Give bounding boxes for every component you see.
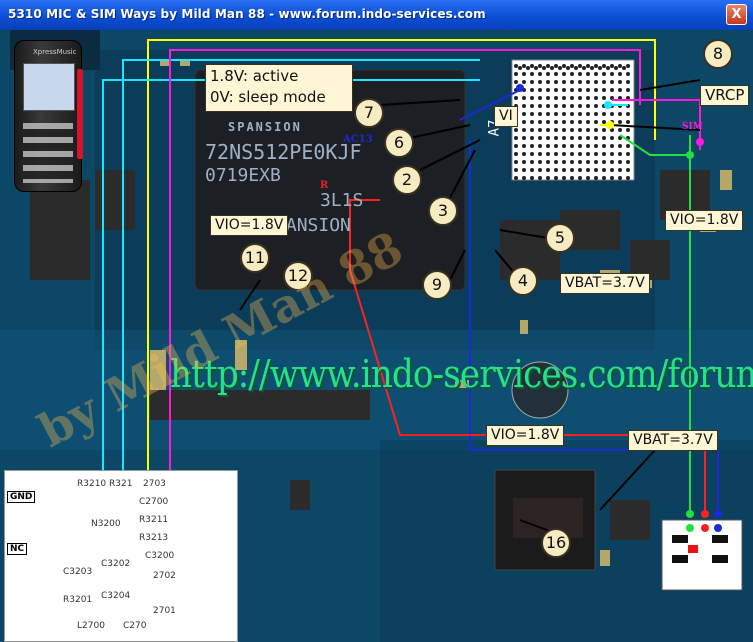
part-r3201: R3201 <box>63 595 93 605</box>
callout-11: 11 <box>240 243 270 273</box>
callout-5: 5 <box>545 223 575 253</box>
part-r3210: R3210 <box>77 479 107 489</box>
part-c3200: C3200 <box>145 551 175 561</box>
part-r3211: R3211 <box>139 515 169 525</box>
part-n3200: N3200 <box>91 519 121 529</box>
r-label: R <box>320 180 329 191</box>
title-bar[interactable]: 5310 MIC & SIM Ways by Mild Man 88 - www… <box>0 0 753 31</box>
vbat-label-mid: VBAT=3.7V <box>560 273 650 294</box>
window-title: 5310 MIC & SIM Ways by Mild Man 88 - www… <box>8 7 486 21</box>
part-c2700: C2700 <box>139 497 169 507</box>
vi-label: VI <box>494 106 518 127</box>
vbat-label-bottom: VBAT=3.7V <box>628 430 718 451</box>
schematic-inset: GND NC R3210 R321 2703 C2700 N3200 R3211… <box>4 470 238 642</box>
part-l2700: L2700 <box>77 621 105 631</box>
chip-line-3: 3L1S <box>320 190 364 211</box>
callout-7: 7 <box>354 98 384 128</box>
active-label: 1.8V: active <box>210 67 299 85</box>
gnd-tag: GND <box>7 491 36 503</box>
phone-thumbnail: XpressMusic <box>14 40 83 192</box>
phone-red-stripe <box>77 69 83 159</box>
part-c3203: C3203 <box>63 567 93 577</box>
callout-3: 3 <box>428 196 458 226</box>
part-r3213: R3213 <box>139 533 169 543</box>
callout-9: 9 <box>422 270 452 300</box>
vio-label-left: VIO=1.8V <box>210 215 289 236</box>
ac13-label: AC13 <box>343 134 373 145</box>
sim-label: SIM <box>682 122 703 132</box>
chip-brand: SPANSION <box>228 120 302 134</box>
callout-2: 2 <box>392 165 422 195</box>
phone-screen <box>23 63 75 111</box>
url-overlay: http://www.indo-services.com/forum/ <box>170 352 753 396</box>
vio-label-right: VIO=1.8V <box>665 210 744 231</box>
callout-4: 4 <box>508 266 538 296</box>
vio-label-bottom: VIO=1.8V <box>486 425 565 446</box>
part-r321: R321 <box>109 479 133 489</box>
part-c3204: C3204 <box>101 591 131 601</box>
part-2703: 2703 <box>143 479 166 489</box>
callout-16: 16 <box>541 528 571 558</box>
chip-line-2: 0719EXB <box>205 165 281 186</box>
part-c270: C270 <box>123 621 147 631</box>
board-photo: XpressMusic SPANSION 72NS512PE0KJF 0719E… <box>0 30 753 642</box>
sleep-label: 0V: sleep mode <box>210 88 326 106</box>
callout-6: 6 <box>384 128 414 158</box>
close-button[interactable]: X <box>726 4 747 25</box>
phone-brand: XpressMusic <box>33 48 77 56</box>
part-2701: 2701 <box>153 606 176 616</box>
part-2702: 2702 <box>153 571 176 581</box>
chip-line-1: 72NS512PE0KJF <box>205 140 362 164</box>
vrcp-label: VRCP <box>700 85 750 106</box>
active-sleep-note: 1.8V: active 0V: sleep mode <box>205 64 353 112</box>
callout-8: 8 <box>703 39 733 69</box>
phone-keypad <box>23 123 73 183</box>
part-c3202: C3202 <box>101 559 131 569</box>
nc-tag: NC <box>7 543 28 555</box>
image-viewer-window: 5310 MIC & SIM Ways by Mild Man 88 - www… <box>0 0 753 642</box>
